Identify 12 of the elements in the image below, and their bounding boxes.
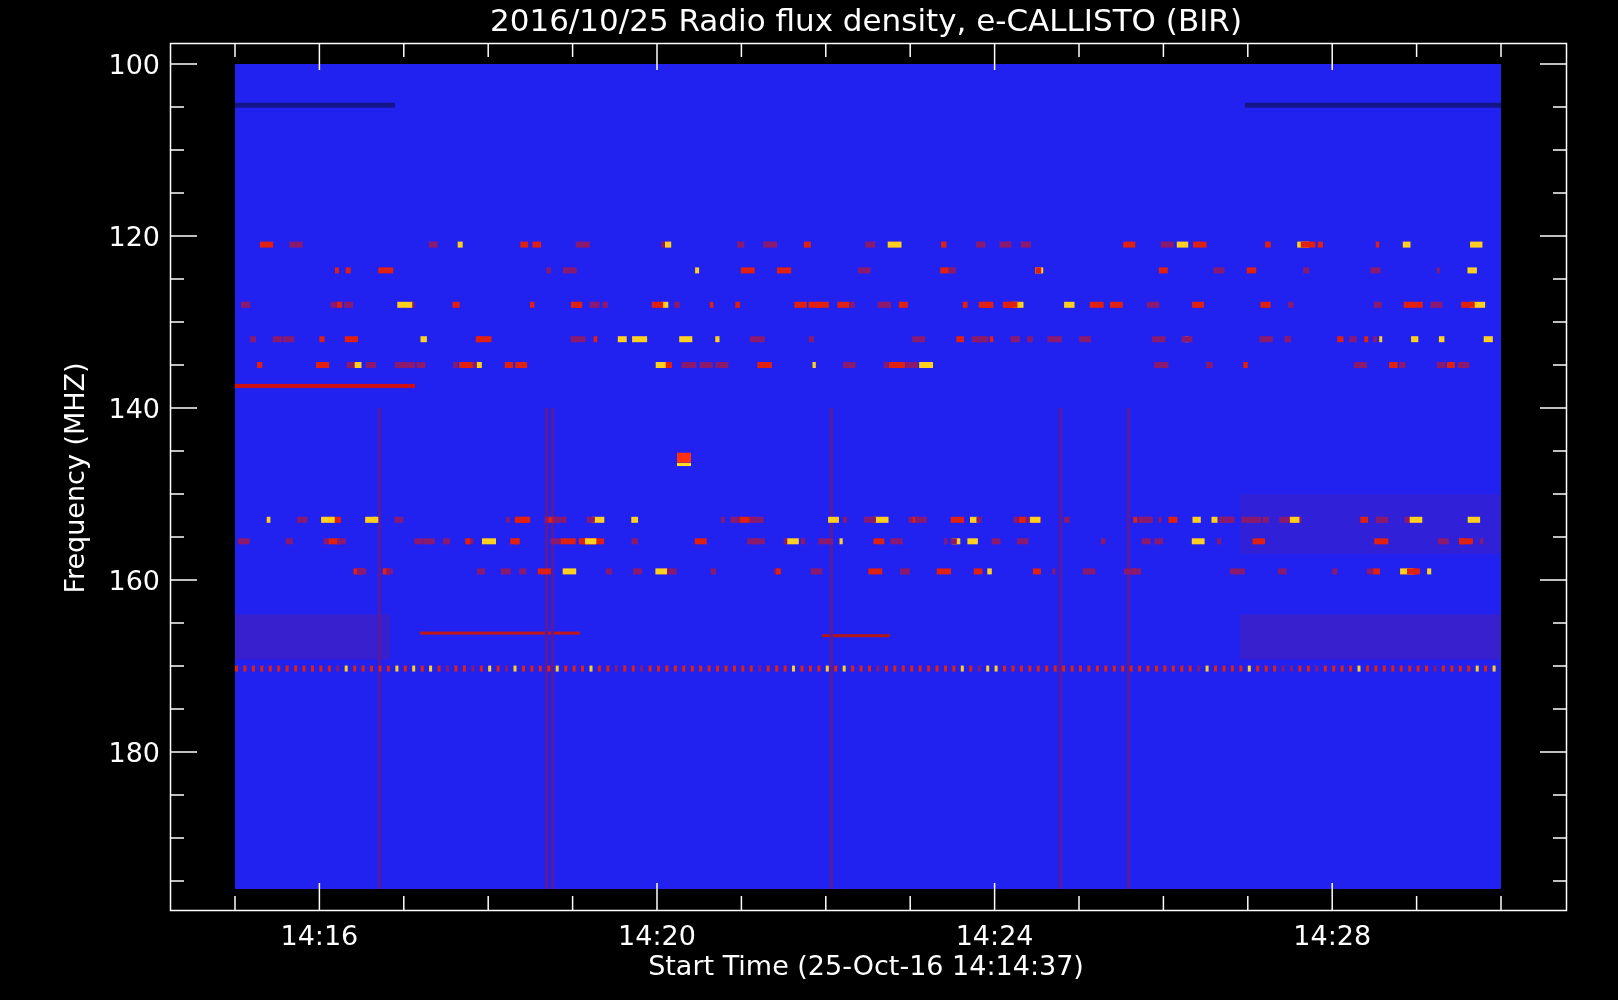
chart-title: 2016/10/25 Radio flux density, e-CALLISTO (BIR): [490, 2, 1242, 38]
y-tick-label: 180: [108, 737, 160, 768]
y-tick-label: 120: [108, 221, 160, 252]
y-tick-label: 100: [108, 49, 160, 80]
x-tick-label: 14:24: [955, 920, 1034, 951]
x-tick-label: 14:20: [618, 920, 696, 951]
y-tick-label: 140: [108, 393, 160, 424]
y-axis-title: Frequency (MHZ): [59, 362, 90, 594]
y-tick-label: 160: [108, 565, 160, 596]
x-tick-label: 14:16: [280, 920, 359, 951]
x-axis-title: Start Time (25-Oct-16 14:14:37): [648, 950, 1084, 981]
x-tick-label: 14:28: [1293, 920, 1372, 951]
